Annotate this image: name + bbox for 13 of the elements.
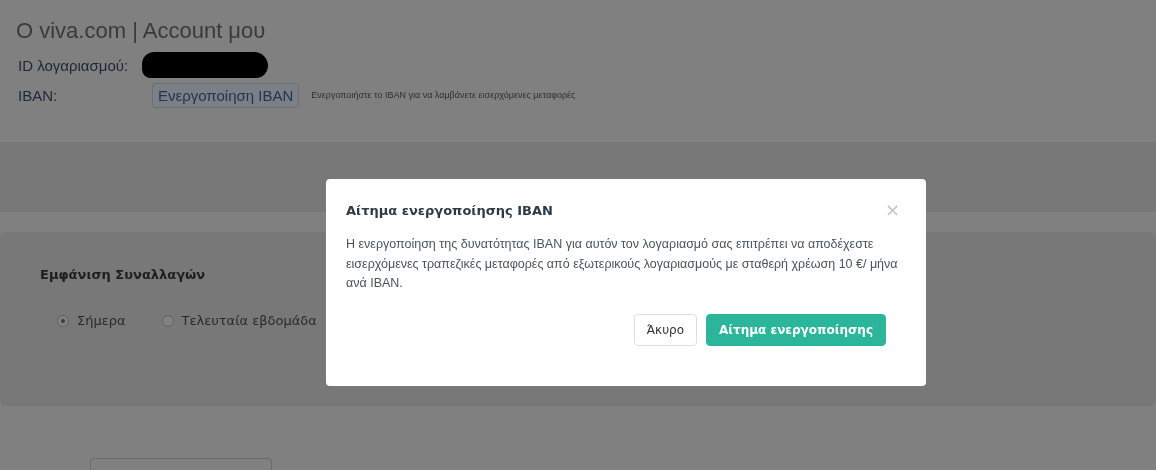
- radio-option[interactable]: Σήμερα: [57, 313, 126, 328]
- close-button[interactable]: ×: [878, 201, 906, 219]
- account-id-label: ID λογαριασμού:: [17, 56, 130, 74]
- panel-title: Εμφάνιση Συναλλαγών: [40, 267, 206, 282]
- iban-hint: Ενεργοποιήστε το IBAN για να λαμβάνετε εισερχόμενες μεταφορές: [311, 90, 576, 100]
- activate-iban-button[interactable]: Ενεργοποίηση IBAN: [152, 82, 300, 108]
- iban-label: IBAN:: [17, 86, 59, 104]
- radio-option[interactable]: Τελευταία εβδομάδα: [161, 313, 317, 328]
- page-title: Ο viva.com | Account μου: [16, 18, 267, 44]
- dialog-text: Η ενεργοποίηση της δυνατότητας IBAN για αυτόν τον λογαριασμό σας επιτρέπει να αποδέχεστε εισερχόμενες τραπεζικές μεταφορές από εξωτερικούς λογαριασμούς με σταθερή χρέωση 10 €/ μήνα ανά IBAN.: [346, 236, 899, 292]
- dialog-title: Αίτημα ενεργοποίησης IBAN: [346, 202, 553, 218]
- cancel-button[interactable]: Άκυρο: [633, 313, 698, 346]
- request-button[interactable]: Αίτημα ενεργοποίησης: [706, 313, 886, 346]
